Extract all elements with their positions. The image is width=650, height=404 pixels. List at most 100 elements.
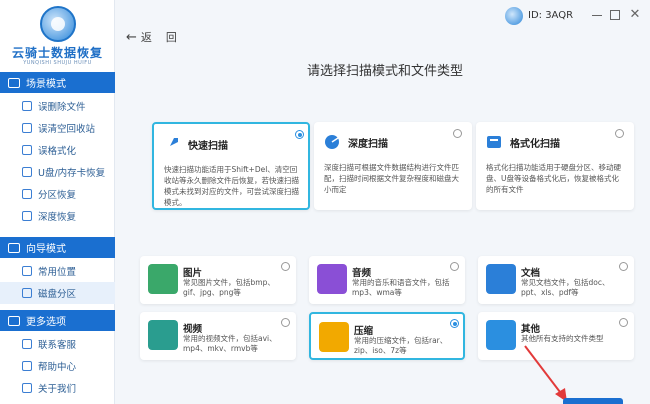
minimize-button[interactable]: [591, 8, 603, 22]
close-button[interactable]: ✕: [629, 8, 641, 22]
type-radio[interactable]: [450, 319, 459, 328]
sidebar-item-label: U盘/内存卡恢复: [38, 168, 106, 179]
help-icon: [22, 361, 32, 371]
mode-title: 快速扫描: [188, 141, 228, 152]
mode-radio[interactable]: [295, 130, 304, 139]
type-radio[interactable]: [619, 318, 628, 327]
sidebar-item-label: 常用位置: [38, 267, 77, 278]
sidebar-item-disk-partition[interactable]: 磁盘分区: [0, 282, 115, 304]
type-title: 压缩: [354, 326, 374, 337]
app-logo: 云骑士数据恢复 YUNQISHI SHUJU HUIFU: [0, 0, 115, 72]
app-name: 云骑士数据恢复: [11, 46, 103, 60]
usb-icon: [22, 167, 32, 177]
section-label: 场景模式: [26, 79, 66, 90]
sidebar-item-format[interactable]: 误格式化: [0, 139, 115, 161]
mode-radio[interactable]: [453, 129, 462, 138]
user-avatar[interactable]: [505, 7, 523, 25]
image-icon: [148, 264, 178, 294]
type-radio[interactable]: [281, 318, 290, 327]
video-icon: [148, 320, 178, 350]
sidebar: 云骑士数据恢复 YUNQISHI SHUJU HUIFU 场景模式 误删除文件 …: [0, 0, 115, 404]
type-card-video[interactable]: 视频 常用的视频文件，包括avi、mp4、mkv、rmvb等: [140, 312, 296, 360]
sidebar-item-label: 关于我们: [38, 384, 77, 395]
scene-mode-icon: [8, 77, 20, 88]
sidebar-item-common-location[interactable]: 常用位置: [0, 260, 115, 282]
deep-icon: [22, 211, 32, 221]
mode-card-format-scan[interactable]: 格式化扫描 格式化扫描功能适用于硬盘分区、移动硬盘、U盘等设备格式化后，恢复被格…: [476, 122, 634, 210]
mode-title: 深度扫描: [348, 139, 388, 150]
disk-icon: [22, 288, 32, 298]
type-desc: 常见图片文件，包括bmp、gif、jpg、png等: [183, 278, 275, 297]
back-label: 返: [140, 31, 152, 44]
type-desc: 常用的压缩文件，包括rar、zip、iso、7z等: [354, 336, 448, 355]
section-wizard-mode: 向导模式: [0, 237, 115, 258]
wizard-mode-icon: [8, 242, 20, 253]
sidebar-item-contact[interactable]: 联系客服: [0, 333, 115, 355]
sidebar-item-label: 误删除文件: [38, 102, 86, 113]
sidebar-item-label: 磁盘分区: [38, 289, 77, 300]
section-label: 更多选项: [26, 317, 66, 328]
page-title: 请选择扫描模式和文件类型: [306, 64, 463, 79]
mode-desc: 格式化扫描功能适用于硬盘分区、移动硬盘、U盘等设备格式化后，恢复被格式化的所有文…: [486, 163, 621, 194]
sidebar-item-deep[interactable]: 深度恢复: [0, 205, 115, 227]
partition-icon: [22, 189, 32, 199]
sidebar-item-label: 分区恢复: [38, 190, 77, 201]
type-card-documents[interactable]: 文档 常见文档文件，包括doc、ppt、xls、pdf等: [478, 256, 634, 304]
sidebar-item-label: 联系客服: [38, 340, 77, 351]
section-scene-mode: 场景模式: [0, 72, 115, 93]
logo-icon: [40, 6, 76, 42]
headset-icon: [22, 339, 32, 349]
format-scan-icon: [487, 136, 501, 148]
sidebar-item-label: 误格式化: [38, 146, 77, 157]
sidebar-item-label: 误清空回收站: [38, 124, 96, 135]
pointer-arrow-icon: [524, 345, 567, 402]
user-id: ID: 3AQR: [528, 10, 574, 21]
sidebar-item-usb-card[interactable]: U盘/内存卡恢复: [0, 161, 115, 183]
format-icon: [22, 145, 32, 155]
type-radio[interactable]: [619, 262, 628, 271]
type-card-archive[interactable]: 压缩 常用的压缩文件，包括rar、zip、iso、7z等: [309, 312, 465, 360]
mode-card-deep-scan[interactable]: 深度扫描 深度扫描可根据文件数据结构进行文件匹配，扫描时间根据文件复杂程度和磁盘…: [314, 122, 472, 210]
mode-desc: 深度扫描可根据文件数据结构进行文件匹配，扫描时间根据文件复杂程度和磁盘大小而定: [324, 163, 459, 194]
sidebar-item-about[interactable]: 关于我们: [0, 377, 115, 399]
mode-card-quick-scan[interactable]: 快速扫描 快速扫描功能适用于Shift+Del、清空回收站等永久删除文件后恢复，…: [152, 122, 310, 210]
start-scan-button[interactable]: [563, 398, 623, 404]
monitor-icon: [22, 266, 32, 276]
back-label-2: 回: [165, 31, 177, 44]
archive-icon: [319, 322, 349, 352]
type-title: 视频: [183, 324, 203, 335]
more-options-icon: [8, 315, 20, 326]
trash-icon: [22, 101, 32, 111]
sidebar-item-partition[interactable]: 分区恢复: [0, 183, 115, 205]
back-button[interactable]: ← 返 回: [126, 29, 177, 45]
type-title: 音频: [352, 268, 372, 279]
type-radio[interactable]: [450, 262, 459, 271]
type-title: 文档: [521, 268, 541, 279]
mode-desc: 快速扫描功能适用于Shift+Del、清空回收站等永久删除文件后恢复，若快速扫描…: [164, 165, 299, 207]
info-icon: [22, 383, 32, 393]
section-label: 向导模式: [26, 244, 66, 255]
other-file-icon: [486, 320, 516, 350]
mode-radio[interactable]: [615, 129, 624, 138]
sidebar-item-recycle-bin[interactable]: 误清空回收站: [0, 117, 115, 139]
type-title: 图片: [183, 268, 203, 279]
deep-scan-icon: [325, 135, 339, 149]
maximize-button[interactable]: [610, 10, 620, 20]
type-card-audio[interactable]: 音频 常用的音乐和语音文件，包括mp3、wma等: [309, 256, 465, 304]
app-subtitle: YUNQISHI SHUJU HUIFU: [23, 60, 92, 66]
document-icon: [486, 264, 516, 294]
type-title: 其他: [521, 324, 541, 335]
type-radio[interactable]: [281, 262, 290, 271]
sidebar-item-label: 帮助中心: [38, 362, 77, 373]
mode-title: 格式化扫描: [510, 139, 560, 150]
type-card-images[interactable]: 图片 常见图片文件，包括bmp、gif、jpg、png等: [140, 256, 296, 304]
section-more-options: 更多选项: [0, 310, 115, 331]
music-icon: [317, 264, 347, 294]
sidebar-item-label: 深度恢复: [38, 212, 77, 223]
type-desc: 常用的音乐和语音文件，包括mp3、wma等: [352, 278, 450, 297]
type-desc: 常用的视频文件，包括avi、mp4、mkv、rmvb等: [183, 334, 277, 353]
sidebar-item-deleted-files[interactable]: 误删除文件: [0, 95, 115, 117]
recycle-bin-icon: [22, 123, 32, 133]
rocket-icon: [167, 138, 178, 149]
sidebar-item-help[interactable]: 帮助中心: [0, 355, 115, 377]
